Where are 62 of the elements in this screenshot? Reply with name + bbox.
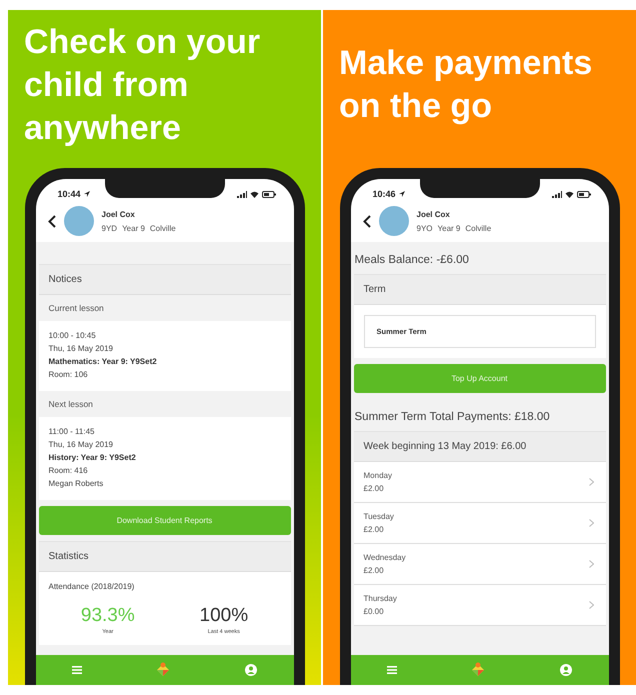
student-detail: 9YD xyxy=(102,224,118,232)
day-name: Wednesday xyxy=(364,552,406,564)
avatar-circle xyxy=(64,206,94,236)
day-name: Tuesday xyxy=(364,511,394,523)
day-amount: £0.00 xyxy=(364,606,385,618)
stats-title: Attendance (2018/2019) xyxy=(48,582,136,591)
day-row[interactable]: Tuesday £2.00 xyxy=(354,503,606,544)
headline: Make payments on the go xyxy=(339,43,594,127)
lesson-detail: Room: 416 xyxy=(48,465,88,477)
wifi-icon xyxy=(564,190,574,198)
status-time: 10:44 xyxy=(58,189,81,199)
day-row[interactable]: Monday £2.00 xyxy=(354,462,606,503)
lesson-detail: History: Year 9: Y9Set2 xyxy=(48,452,136,464)
headline: Check on your child from anywhere xyxy=(24,22,262,148)
back-chevron-icon[interactable] xyxy=(362,214,370,228)
chevron-right-icon xyxy=(588,478,594,486)
student-detail: Colville xyxy=(150,224,176,232)
day-amount: £2.00 xyxy=(364,483,385,495)
location-arrow-icon xyxy=(398,191,405,197)
lesson-detail: 11:00 - 11:45 xyxy=(48,426,94,438)
day-name: Monday xyxy=(364,470,392,482)
location-arrow-icon xyxy=(84,191,90,197)
section-header: Term xyxy=(354,274,606,305)
chevron-right-icon xyxy=(588,601,594,609)
user-icon[interactable] xyxy=(560,664,572,676)
signal-icon xyxy=(236,190,246,198)
student-name: Joel Cox xyxy=(102,210,136,218)
balance-heading: Summer Term Total Payments: £18.00 xyxy=(354,410,551,425)
battery-icon xyxy=(262,190,276,198)
status-time: 10:46 xyxy=(372,189,396,199)
lesson-detail: Mathematics: Year 9: Y9Set2 xyxy=(48,356,157,368)
lesson-detail: Room: 106 xyxy=(48,369,88,381)
lesson-detail: Thu, 16 May 2019 xyxy=(48,439,113,451)
section-header: Notices xyxy=(38,264,290,295)
day-name: Thursday xyxy=(364,593,397,605)
user-icon[interactable] xyxy=(245,664,258,676)
student-detail: Year 9 xyxy=(122,224,145,232)
balance-heading: Meals Balance: -£6.00 xyxy=(354,253,470,268)
battery-icon xyxy=(576,190,590,198)
avatar-circle xyxy=(378,206,408,236)
section-header: Week beginning 13 May 2019: £6.00 xyxy=(354,431,606,462)
menu-icon[interactable] xyxy=(386,666,397,674)
lesson-detail: Thu, 16 May 2019 xyxy=(48,343,113,355)
chevron-right-icon xyxy=(588,519,594,527)
lesson-detail: Megan Roberts xyxy=(48,478,104,490)
menu-icon[interactable] xyxy=(72,666,82,674)
wifi-icon xyxy=(250,190,258,198)
student-name: Joel Cox xyxy=(416,210,451,218)
day-amount: £2.00 xyxy=(364,524,385,536)
section-header: Statistics xyxy=(38,541,290,572)
day-row[interactable]: Wednesday £2.00 xyxy=(354,544,606,585)
student-detail: Colville xyxy=(465,224,492,232)
student-detail: 9YO xyxy=(416,224,433,232)
chevron-right-icon xyxy=(588,560,594,568)
signal-icon xyxy=(552,190,562,198)
lesson-detail: 10:00 - 10:45 xyxy=(48,330,96,342)
stat-value: 100% xyxy=(200,605,248,627)
student-detail: Year 9 xyxy=(438,224,460,232)
back-chevron-icon[interactable] xyxy=(48,214,56,228)
day-amount: £2.00 xyxy=(364,565,385,577)
stat-value: 93.3% xyxy=(80,605,135,627)
day-row[interactable]: Thursday £0.00 xyxy=(354,585,606,626)
